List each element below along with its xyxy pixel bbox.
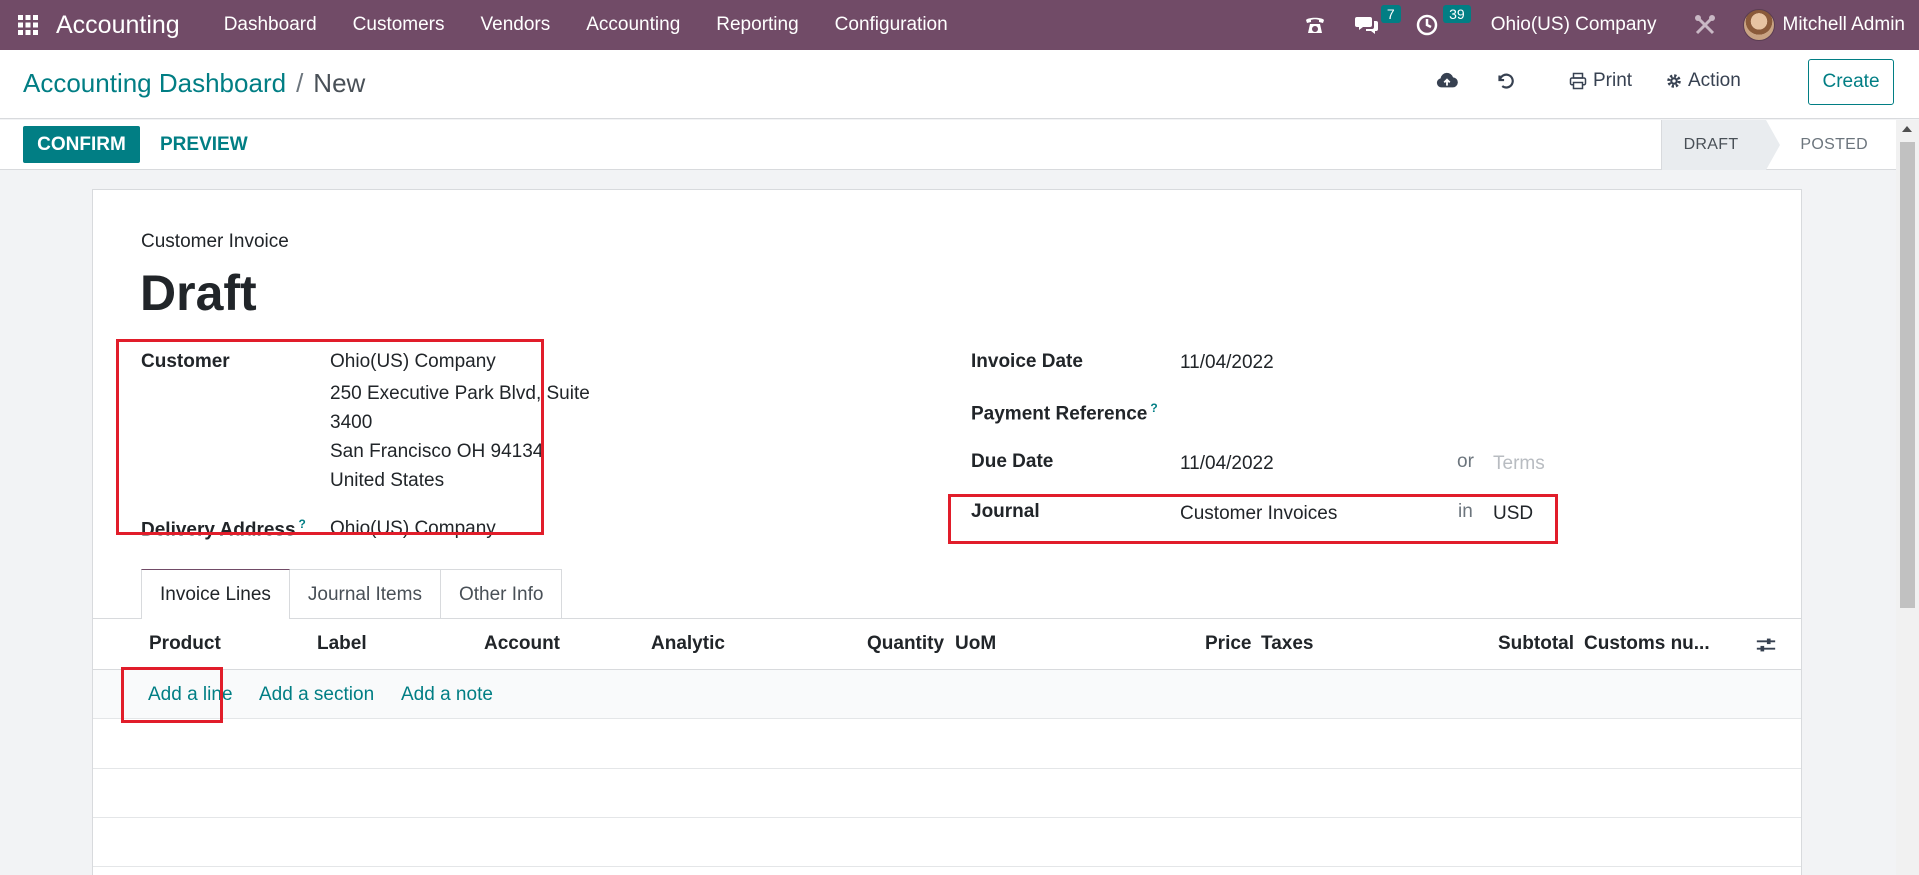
column-quantity[interactable]: Quantity <box>867 633 944 655</box>
confirm-button[interactable]: CONFIRM <box>23 126 140 163</box>
help-icon[interactable]: ? <box>1150 401 1157 415</box>
gear-icon <box>1667 74 1681 88</box>
save-cloud-upload-icon[interactable] <box>1436 70 1458 92</box>
breadcrumb: Accounting Dashboard / New <box>23 68 365 99</box>
due-date-label: Due Date <box>971 451 1054 472</box>
add-line-highlight-box <box>121 667 223 723</box>
tab-other-info[interactable]: Other Info <box>439 569 563 619</box>
preview-button[interactable]: PREVIEW <box>160 126 248 163</box>
print-button[interactable]: Print <box>1569 70 1632 92</box>
due-date-field[interactable]: 11/04/2022 <box>1180 453 1274 475</box>
activities-clock-icon[interactable]: 39 <box>1401 0 1471 50</box>
or-text: or <box>1457 451 1474 472</box>
journal-highlight-box <box>948 494 1558 544</box>
empty-row <box>93 769 1801 818</box>
menu-customers[interactable]: Customers <box>335 0 463 50</box>
status-steps: DRAFT POSTED <box>1660 120 1896 170</box>
phone-icon[interactable] <box>1289 0 1341 50</box>
menu-reporting[interactable]: Reporting <box>698 0 816 50</box>
invoice-date-label: Invoice Date <box>971 351 1083 372</box>
column-product[interactable]: Product <box>149 633 221 655</box>
control-panel: Accounting Dashboard / New Print Action … <box>0 50 1919 119</box>
discard-undo-icon[interactable] <box>1494 70 1516 92</box>
column-uom[interactable]: UoM <box>955 633 996 655</box>
scrollbar[interactable] <box>1896 120 1919 875</box>
apps-menu-icon[interactable] <box>0 0 56 50</box>
tab-invoice-lines[interactable]: Invoice Lines <box>141 569 290 620</box>
add-section-link[interactable]: Add a section <box>259 684 374 706</box>
breadcrumb-separator: / <box>296 68 304 98</box>
column-subtotal[interactable]: Subtotal <box>1498 633 1574 655</box>
customer-highlight-box <box>116 339 544 535</box>
add-line-row: Add a line Add a section Add a note <box>93 670 1801 719</box>
breadcrumb-current: New <box>313 68 366 98</box>
payment-reference-label: Payment Reference? <box>971 401 1158 425</box>
column-taxes[interactable]: Taxes <box>1261 633 1313 655</box>
create-button[interactable]: Create <box>1808 59 1894 105</box>
document-title: Draft <box>140 265 257 321</box>
action-button[interactable]: Action <box>1665 70 1741 92</box>
print-label: Print <box>1593 70 1633 91</box>
notebook-tabs: Invoice Lines Journal Items Other Info <box>141 569 563 620</box>
breadcrumb-parent[interactable]: Accounting Dashboard <box>23 68 286 99</box>
empty-row <box>93 818 1801 867</box>
app-name[interactable]: Accounting <box>56 11 180 40</box>
menu-dashboard[interactable]: Dashboard <box>206 0 335 50</box>
document-type: Customer Invoice <box>141 231 289 252</box>
empty-row <box>93 720 1801 769</box>
menu-vendors[interactable]: Vendors <box>463 0 569 50</box>
user-avatar[interactable] <box>1742 9 1775 41</box>
printer-icon <box>1569 72 1587 90</box>
column-label[interactable]: Label <box>317 633 367 655</box>
column-customs-number[interactable]: Customs nu... <box>1584 633 1710 655</box>
scroll-up-arrow-icon[interactable] <box>1902 126 1912 132</box>
column-account[interactable]: Account <box>484 633 560 655</box>
tools-icon[interactable] <box>1679 0 1743 50</box>
status-step-posted[interactable]: POSTED <box>1766 120 1896 170</box>
messages-badge: 7 <box>1380 5 1401 23</box>
payment-terms-field[interactable]: Terms <box>1493 453 1545 475</box>
form-sheet: Customer Invoice Draft Customer Ohio(US)… <box>92 189 1802 875</box>
optional-columns-sliders-icon[interactable] <box>1755 634 1777 661</box>
messages-icon[interactable]: 7 <box>1341 0 1401 50</box>
scroll-thumb[interactable] <box>1900 142 1915 608</box>
menu-configuration[interactable]: Configuration <box>817 0 966 50</box>
column-price[interactable]: Price <box>1205 633 1251 655</box>
top-navbar: Accounting Dashboard Customers Vendors A… <box>0 0 1919 50</box>
user-menu[interactable]: Mitchell Admin <box>1783 14 1919 36</box>
status-bar: CONFIRM PREVIEW DRAFT POSTED <box>0 120 1896 170</box>
tab-journal-items[interactable]: Journal Items <box>288 569 441 619</box>
company-switcher[interactable]: Ohio(US) Company <box>1471 14 1679 36</box>
activities-badge: 39 <box>1443 5 1471 23</box>
menu-accounting[interactable]: Accounting <box>568 0 698 50</box>
invoice-date-field[interactable]: 11/04/2022 <box>1180 352 1274 374</box>
action-label: Action <box>1688 70 1741 91</box>
invoice-lines-header: Product Label Account Analytic Quantity … <box>93 619 1801 670</box>
column-analytic[interactable]: Analytic <box>651 633 725 655</box>
payment-reference-label-text: Payment Reference <box>971 403 1148 425</box>
status-step-draft[interactable]: DRAFT <box>1660 120 1781 170</box>
add-note-link[interactable]: Add a note <box>401 684 493 706</box>
